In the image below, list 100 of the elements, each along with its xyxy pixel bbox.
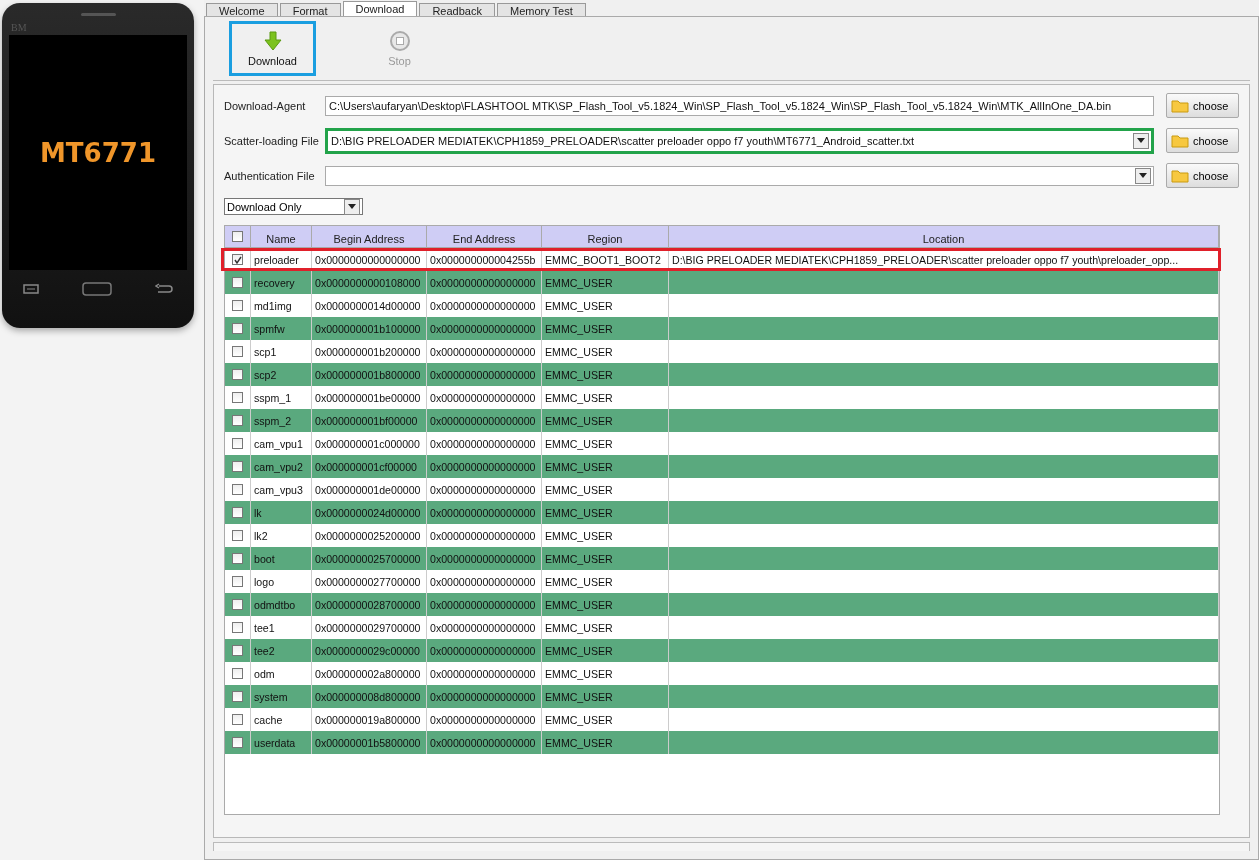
table-cell: 0x0000000000000000 xyxy=(427,294,542,317)
table-cell: EMMC_USER xyxy=(542,524,669,547)
tab[interactable]: Download xyxy=(342,1,418,16)
caret-icon xyxy=(1137,138,1145,143)
row-checkbox[interactable] xyxy=(232,369,243,380)
table-cell: EMMC_USER xyxy=(542,478,669,501)
row-checkbox[interactable] xyxy=(232,254,243,265)
row-checkbox[interactable] xyxy=(232,346,243,357)
tab[interactable]: Readback xyxy=(419,3,495,16)
table-cell: EMMC_USER xyxy=(542,731,669,754)
table-cell: 0x0000000000000000 xyxy=(427,340,542,363)
table-cell: logo xyxy=(251,570,312,593)
table-cell: sspm_2 xyxy=(251,409,312,432)
tab[interactable]: Format xyxy=(279,3,341,16)
table-cell: EMMC_USER xyxy=(542,432,669,455)
table-cell: 0x0000000000000000 xyxy=(427,593,542,616)
table-cell: EMMC_USER xyxy=(542,501,669,524)
table-cell: 0x0000000025700000 xyxy=(312,547,427,570)
row-checkbox[interactable] xyxy=(232,714,243,725)
download-button[interactable]: Download xyxy=(229,21,316,76)
home-icon xyxy=(82,282,112,296)
table-cell: 0x0000000000000000 xyxy=(427,478,542,501)
choose-button[interactable]: choose xyxy=(1166,128,1239,153)
table-cell: EMMC_USER xyxy=(542,685,669,708)
table-cell: 0x0000000000000000 xyxy=(427,317,542,340)
table-cell: cache xyxy=(251,708,312,731)
table-cell: 0x0000000000000000 xyxy=(427,524,542,547)
table-cell: system xyxy=(251,685,312,708)
select-all-checkbox[interactable] xyxy=(232,231,243,242)
phone-screen-text: MT6771 xyxy=(40,137,156,168)
table-cell: EMMC_USER xyxy=(542,271,669,294)
dropdown-button[interactable] xyxy=(1135,167,1151,184)
table-cell: 0x0000000000000000 xyxy=(427,708,542,731)
table-cell: 0x0000000000000000 xyxy=(427,501,542,524)
table-cell: 0x0000000000000000 xyxy=(427,271,542,294)
row-checkbox[interactable] xyxy=(232,323,243,334)
table-cell: 0x0000000014d00000 xyxy=(312,294,427,317)
table-cell: boot xyxy=(251,547,312,570)
table-cell: recovery xyxy=(251,271,312,294)
table-cell: userdata xyxy=(251,731,312,754)
table-cell: EMMC_USER xyxy=(542,662,669,685)
table-cell: 0x0000000000000000 xyxy=(427,386,542,409)
field-label: Scatter-loading File xyxy=(224,134,319,147)
table-cell: 0x0000000024d00000 xyxy=(312,501,427,524)
row-checkbox[interactable] xyxy=(232,277,243,288)
table-cell: 0x0000000000000000 xyxy=(427,570,542,593)
table-cell: 0x000000001bf00000 xyxy=(312,409,427,432)
table-cell: lk xyxy=(251,501,312,524)
choose-button[interactable]: choose xyxy=(1166,163,1239,188)
row-checkbox[interactable] xyxy=(232,392,243,403)
table-cell: 0x0000000000108000 xyxy=(312,271,427,294)
field-label: Download-Agent xyxy=(224,99,307,112)
row-checkbox[interactable] xyxy=(232,668,243,679)
row-checkbox[interactable] xyxy=(232,300,243,311)
stop-icon xyxy=(389,30,410,51)
choose-button[interactable]: choose xyxy=(1166,93,1239,118)
row-checkbox[interactable] xyxy=(232,599,243,610)
row-checkbox[interactable] xyxy=(232,622,243,633)
row-checkbox[interactable] xyxy=(232,507,243,518)
table-cell: spmfw xyxy=(251,317,312,340)
table-cell: 0x000000002a800000 xyxy=(312,662,427,685)
file-combo-field[interactable] xyxy=(325,165,1154,186)
row-checkbox[interactable] xyxy=(232,461,243,472)
table-cell: tee1 xyxy=(251,616,312,639)
table-cell: 0x0000000027700000 xyxy=(312,570,427,593)
file-path-field[interactable]: C:\Users\aufaryan\Desktop\FLASHTOOL MTK\SP_Flash_Tool_v5.1824_Win\SP_Flash_Tool_v5.1824_Win\SP_Flash_Tool_v5.1824_Win\MTK_AllInOne_DA.bin xyxy=(325,95,1154,116)
table-cell: 0x000000008d800000 xyxy=(312,685,427,708)
tab[interactable]: Welcome xyxy=(206,3,278,16)
tab[interactable]: Memory Test xyxy=(496,3,586,16)
row-checkbox[interactable] xyxy=(232,438,243,449)
table-cell: EMMC_USER xyxy=(542,340,669,363)
menu-icon xyxy=(23,284,39,294)
table-cell: 0x0000000000000000 xyxy=(427,432,542,455)
table-cell: 0x0000000000000000 xyxy=(427,409,542,432)
row-checkbox[interactable] xyxy=(232,530,243,541)
table-cell: 0x000000001b200000 xyxy=(312,340,427,363)
row-checkbox[interactable] xyxy=(232,415,243,426)
file-combo-field[interactable]: D:\BIG PRELOADER MEDIATEK\CPH1859_PRELOADER\scatter preloader oppo f7 youth\MT6771_Android_scatter.txt xyxy=(325,127,1154,154)
row-checkbox[interactable] xyxy=(232,484,243,495)
table-cell: cam_vpu3 xyxy=(251,478,312,501)
table-cell: 0x0000000000000000 xyxy=(427,639,542,662)
row-checkbox[interactable] xyxy=(232,553,243,564)
row-checkbox[interactable] xyxy=(232,691,243,702)
row-checkbox[interactable] xyxy=(232,737,243,748)
table-cell: 0x0000000028700000 xyxy=(312,593,427,616)
table-cell: 0x0000000029c00000 xyxy=(312,639,427,662)
down-arrow-icon xyxy=(262,30,283,51)
table-cell: md1img xyxy=(251,294,312,317)
row-checkbox[interactable] xyxy=(232,576,243,587)
table-cell: 0x0000000000000000 xyxy=(427,616,542,639)
row-checkbox[interactable] xyxy=(232,645,243,656)
table-cell: 0x0000000000000000 xyxy=(427,363,542,386)
column-header: Location xyxy=(669,226,1219,248)
dropdown-button[interactable] xyxy=(1133,132,1149,149)
table-cell: 0x00000001b5800000 xyxy=(312,731,427,754)
table-cell: scp1 xyxy=(251,340,312,363)
table-cell: odmdtbo xyxy=(251,593,312,616)
table-cell: EMMC_USER xyxy=(542,294,669,317)
mode-dropdown[interactable]: Download Only xyxy=(224,198,363,215)
table-cell: 0x0000000000000000 xyxy=(427,455,542,478)
